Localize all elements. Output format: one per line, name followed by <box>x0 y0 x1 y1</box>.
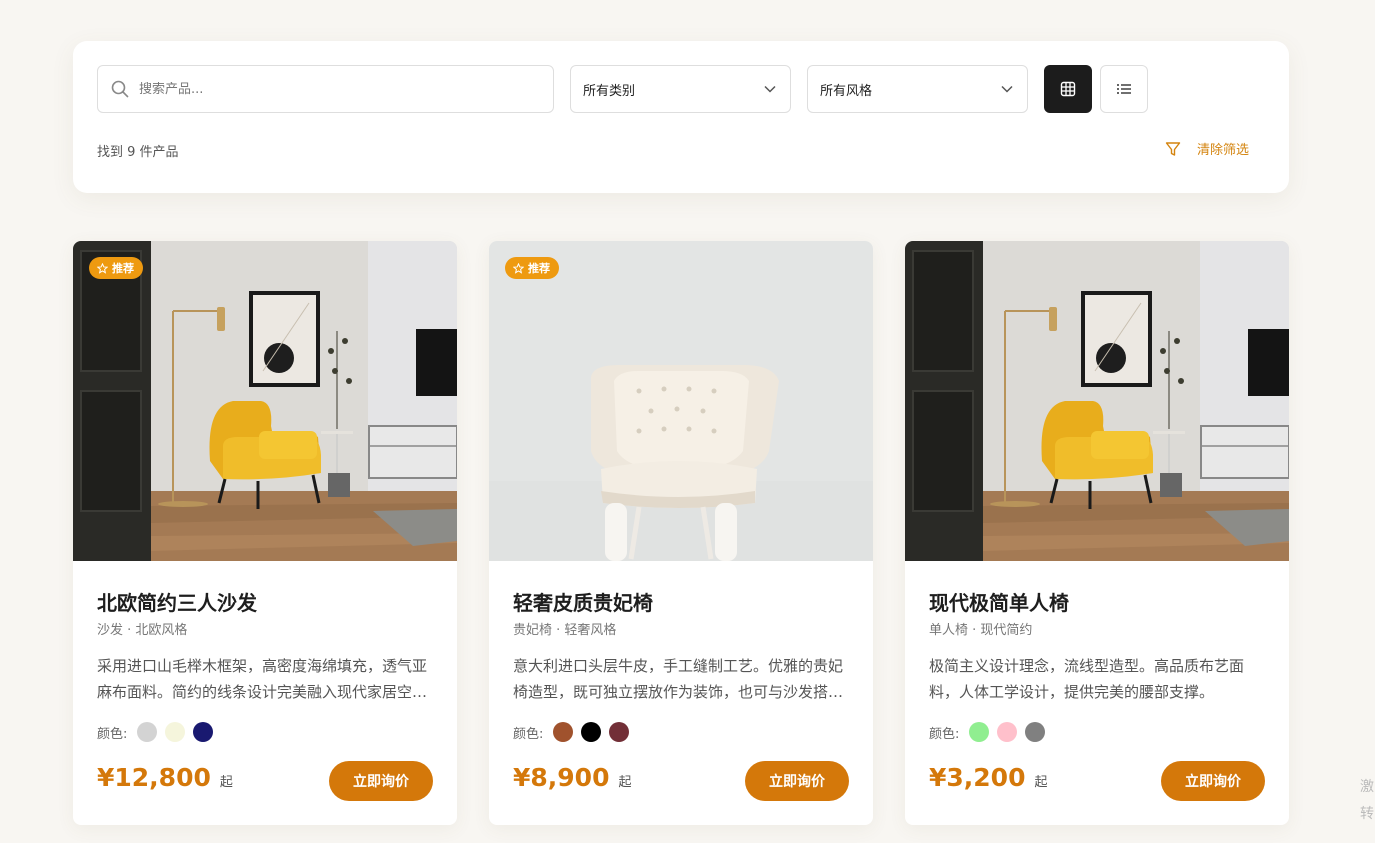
grid-icon <box>1060 81 1076 97</box>
product-description: 意大利进口头层牛皮，手工缝制工艺。优雅的贵妃椅造型，既可独立摆放作为装饰，也可与… <box>513 657 844 701</box>
star-icon <box>97 262 108 274</box>
product-meta: 沙发 · 北欧风格 <box>97 623 188 638</box>
price-suffix: 起 <box>1034 775 1048 790</box>
product-card[interactable]: 推荐 北欧简约三人沙发 沙发 · 北欧风格 采用进口山毛榉木框架，高密度海绵填充… <box>73 241 457 825</box>
colors-label: 颜色: <box>513 726 544 742</box>
product-meta: 贵妃椅 · 轻奢风格 <box>513 623 617 638</box>
filter-icon <box>1165 141 1181 156</box>
inquire-button[interactable]: 立即询价 <box>1161 761 1265 801</box>
featured-badge: 推荐 <box>89 257 143 279</box>
filter-panel: 所有类别 所有风格 找到 9 件产品 清除筛选 <box>73 41 1289 193</box>
featured-badge: 推荐 <box>505 257 559 279</box>
color-swatch[interactable] <box>193 722 214 742</box>
inquire-button[interactable]: 立即询价 <box>745 761 849 801</box>
product-price: ¥3,200 起 <box>929 763 1048 792</box>
inquire-button[interactable]: 立即询价 <box>329 761 433 801</box>
product-image[interactable]: 推荐 <box>73 241 457 561</box>
search-box[interactable] <box>97 65 554 113</box>
style-select[interactable]: 所有风格 <box>807 65 1028 113</box>
colors-label: 颜色: <box>929 726 960 742</box>
edge-overlay-text: 转 <box>1360 806 1374 822</box>
list-icon <box>1117 84 1131 94</box>
color-options: 颜色: <box>929 722 1046 742</box>
color-swatch[interactable] <box>969 722 990 742</box>
result-count: 找到 9 件产品 <box>97 145 179 160</box>
edge-overlay-text: 激 <box>1360 779 1374 795</box>
product-card[interactable]: 现代极简单人椅 单人椅 · 现代简约 极简主义设计理念，流线型造型。高品质布艺面… <box>905 241 1289 825</box>
search-icon <box>111 80 129 98</box>
color-swatch[interactable] <box>997 722 1018 742</box>
color-swatch[interactable] <box>1025 722 1046 742</box>
product-price: ¥12,800 起 <box>97 763 233 792</box>
product-price: ¥8,900 起 <box>513 763 632 792</box>
price-amount: ¥3,200 <box>929 763 1026 792</box>
price-amount: ¥12,800 <box>97 763 211 792</box>
product-name[interactable]: 轻奢皮质贵妃椅 <box>513 587 653 616</box>
product-name[interactable]: 北欧简约三人沙发 <box>97 587 257 616</box>
color-swatch[interactable] <box>553 722 574 742</box>
price-suffix: 起 <box>618 775 632 790</box>
chevron-down-icon <box>764 85 776 93</box>
product-name[interactable]: 现代极简单人椅 <box>929 587 1069 616</box>
color-options: 颜色: <box>97 722 214 742</box>
list-view-button[interactable] <box>1100 65 1148 113</box>
grid-view-button[interactable] <box>1044 65 1092 113</box>
clear-filters-button[interactable]: 清除筛选 <box>1165 139 1249 158</box>
color-options: 颜色: <box>513 722 630 742</box>
color-swatch[interactable] <box>609 722 630 742</box>
price-suffix: 起 <box>219 775 233 790</box>
product-card[interactable]: 推荐 轻奢皮质贵妃椅 贵妃椅 · 轻奢风格 意大利进口头层牛皮，手工缝制工艺。优… <box>489 241 873 825</box>
search-input[interactable] <box>139 81 519 97</box>
product-meta: 单人椅 · 现代简约 <box>929 623 1033 638</box>
star-icon <box>513 262 524 274</box>
product-image[interactable]: 推荐 <box>489 241 873 561</box>
clear-filters-label: 清除筛选 <box>1196 143 1249 158</box>
color-swatch[interactable] <box>165 722 186 742</box>
style-select-value: 所有风格 <box>820 83 873 99</box>
featured-badge-label: 推荐 <box>528 262 550 275</box>
color-swatch[interactable] <box>137 722 158 742</box>
colors-label: 颜色: <box>97 726 128 742</box>
category-select-value: 所有类别 <box>583 83 636 99</box>
product-description: 极简主义设计理念，流线型造型。高品质布艺面料，人体工学设计，提供完美的腰部支撑。 <box>929 657 1245 701</box>
product-image[interactable] <box>905 241 1289 561</box>
category-select[interactable]: 所有类别 <box>570 65 791 113</box>
color-swatch[interactable] <box>581 722 602 742</box>
featured-badge-label: 推荐 <box>112 262 134 275</box>
chevron-down-icon <box>1001 85 1013 93</box>
product-description: 采用进口山毛榉木框架，高密度海绵填充，透气亚麻布面料。简约的线条设计完美融入现代… <box>97 657 428 701</box>
price-amount: ¥8,900 <box>513 763 610 792</box>
